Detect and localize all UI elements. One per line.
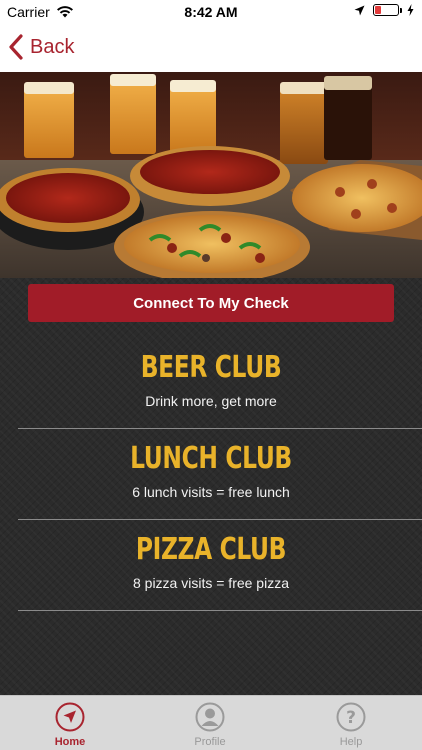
charging-bolt-icon <box>407 4 414 16</box>
club-title: LUNCH CLUB <box>130 441 292 476</box>
tab-label: Profile <box>194 736 226 748</box>
tab-label: Home <box>54 736 86 748</box>
status-right <box>354 4 414 16</box>
club-subtitle: 8 pizza visits = free pizza <box>132 575 289 591</box>
person-icon <box>195 702 225 732</box>
tab-label: Help <box>339 736 363 748</box>
tab-bar: Home Profile ? Help <box>0 695 422 750</box>
svg-text:?: ? <box>346 708 356 728</box>
question-icon: ? <box>336 702 366 732</box>
tab-home[interactable]: Home <box>0 696 140 750</box>
hero-image <box>0 72 422 278</box>
back-button[interactable]: Back <box>8 34 74 60</box>
battery-level <box>375 6 381 14</box>
nav-bar: Back <box>0 24 422 72</box>
club-title: PIZZA CLUB <box>135 532 287 567</box>
club-item-lunch[interactable]: LUNCH CLUB 6 lunch visits = free lunch <box>18 429 422 520</box>
tab-profile[interactable]: Profile <box>140 696 280 750</box>
divider <box>18 610 422 611</box>
connect-to-my-check-button[interactable]: Connect To My Check <box>28 284 394 322</box>
chevron-left-icon <box>9 34 23 60</box>
club-subtitle: 6 lunch visits = free lunch <box>132 484 290 500</box>
tab-help[interactable]: ? Help <box>281 696 421 750</box>
pizza-and-beer-photo <box>0 72 422 278</box>
navigation-arrow-icon <box>55 702 85 732</box>
status-bar: Carrier 8:42 AM <box>0 0 422 24</box>
back-label: Back <box>30 35 75 58</box>
club-item-pizza[interactable]: PIZZA CLUB 8 pizza visits = free pizza <box>18 520 422 611</box>
battery-icon <box>373 4 402 16</box>
clubs-panel: Connect To My Check BEER CLUB Drink more… <box>0 278 422 695</box>
club-item-beer[interactable]: BEER CLUB Drink more, get more <box>18 338 422 429</box>
location-arrow-icon <box>354 5 365 15</box>
club-title: BEER CLUB <box>140 350 282 385</box>
club-subtitle: Drink more, get more <box>145 393 277 409</box>
